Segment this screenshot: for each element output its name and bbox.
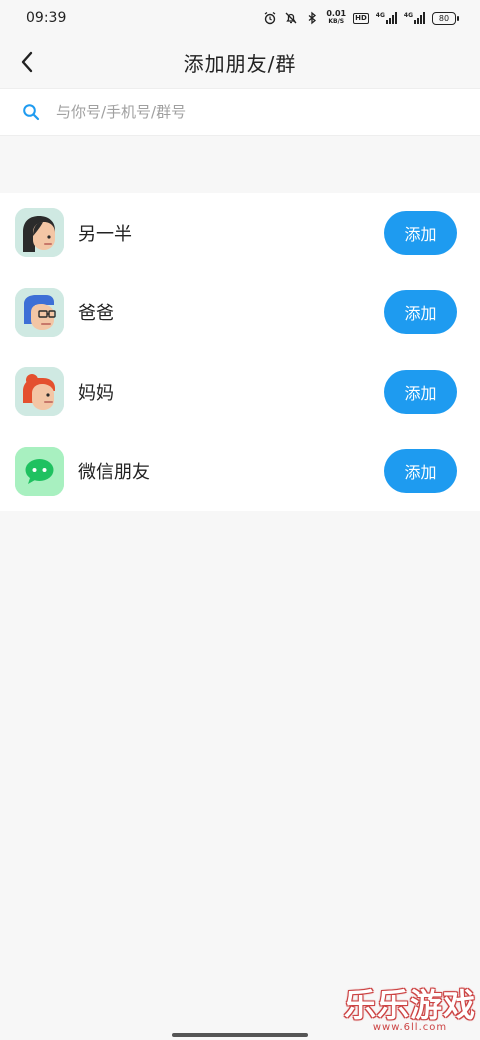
hd-badge: HD <box>353 12 369 24</box>
network-speed: 0.01 KB/S <box>326 9 347 26</box>
status-bar: 09:39 0.01 KB/S HD 4G 4G 80 <box>0 0 480 36</box>
wechat-icon <box>15 446 64 496</box>
item-label-mother: 妈妈 <box>78 382 114 404</box>
list-item: 妈妈 添加 <box>0 352 480 432</box>
signal-bars-icon <box>385 12 397 24</box>
add-friend-list: 另一半 添加 爸爸 添加 妈妈 添加 微信朋友 添加 <box>0 193 480 511</box>
add-mother-button[interactable]: 添加 <box>384 369 457 414</box>
alarm-icon <box>264 11 276 25</box>
signal-bars-icon <box>414 12 425 24</box>
mute-bell-icon <box>285 12 297 24</box>
partner-avatar <box>15 208 64 258</box>
item-label-partner: 另一半 <box>78 223 132 245</box>
list-item: 爸爸 添加 <box>0 273 480 353</box>
back-arrow-icon[interactable] <box>14 48 42 76</box>
item-label-wechat: 微信朋友 <box>78 462 150 484</box>
signal-2: 4G <box>404 12 425 24</box>
signal-1: 4G <box>376 12 397 24</box>
father-avatar <box>15 287 64 337</box>
search-bar[interactable] <box>0 88 480 136</box>
status-icons: 0.01 KB/S HD 4G 4G 80 <box>263 9 459 26</box>
list-item: 另一半 添加 <box>0 193 480 273</box>
list-item: 微信朋友 添加 <box>0 432 480 512</box>
status-time: 09:39 <box>26 10 67 26</box>
search-input[interactable] <box>54 102 438 122</box>
search-icon <box>23 104 40 121</box>
header: 添加朋友/群 <box>0 36 480 88</box>
page-title: 添加朋友/群 <box>183 51 297 76</box>
add-father-button[interactable]: 添加 <box>384 290 457 335</box>
item-label-father: 爸爸 <box>78 303 114 325</box>
watermark-logo: 乐乐游戏 www.6ll.com <box>343 986 476 1033</box>
battery-icon: 80 <box>432 11 459 25</box>
mother-avatar <box>15 367 64 417</box>
bluetooth-icon <box>308 11 317 25</box>
add-partner-button[interactable]: 添加 <box>384 210 457 255</box>
home-indicator[interactable] <box>172 1033 308 1037</box>
add-wechat-button[interactable]: 添加 <box>384 449 457 494</box>
